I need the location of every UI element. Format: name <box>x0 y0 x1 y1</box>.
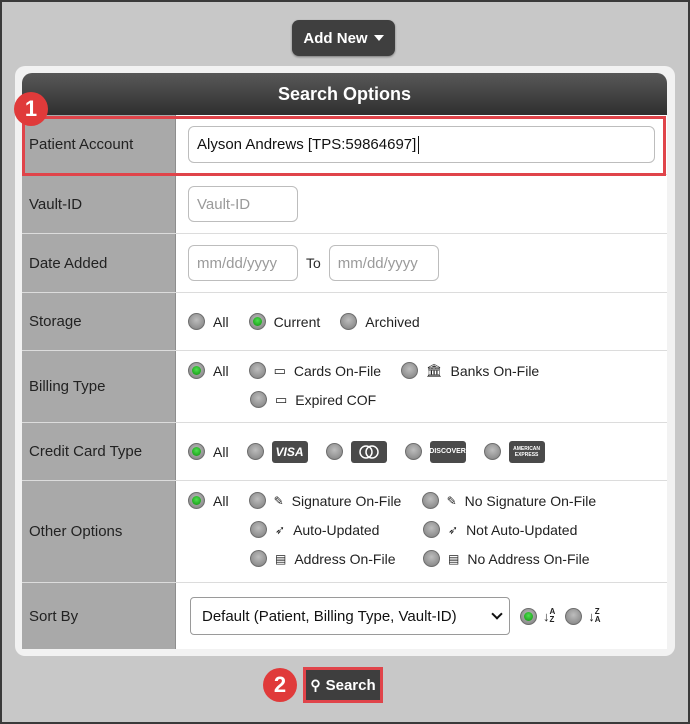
pen-icon: ✎ <box>273 493 284 508</box>
billing-option-banks[interactable]: 🏛 Banks On-File <box>401 362 539 379</box>
billing-option-all[interactable]: All <box>188 362 229 379</box>
address-card-icon: ▤ <box>275 551 287 566</box>
sort-by-value: Default (Patient, Billing Type, Vault-ID… <box>202 607 457 625</box>
other-option-signature[interactable]: ✎ Signature On-File <box>248 492 402 509</box>
radio-icon[interactable] <box>423 521 440 538</box>
date-to-input[interactable]: mm/dd/yyyy <box>328 245 439 281</box>
date-to-label: To <box>306 255 321 271</box>
storage-option-current[interactable]: Current <box>248 313 320 330</box>
caret-down-icon <box>373 35 384 41</box>
radio-selected-icon[interactable] <box>188 492 205 509</box>
other-option-not-auto-updated[interactable]: ➶ Not Auto-Updated <box>423 521 577 538</box>
row-vault-id: Vault-ID Vault-ID <box>22 175 667 234</box>
visa-logo-icon: VISA <box>271 440 308 463</box>
credit-card-type-label: Credit Card Type <box>22 423 176 480</box>
radio-icon[interactable] <box>248 362 266 379</box>
vault-id-label: Vault-ID <box>22 175 176 233</box>
radio-icon[interactable] <box>188 313 205 330</box>
sort-descending-option[interactable]: ↓ Z A <box>565 607 601 625</box>
cc-option-all[interactable]: All <box>188 443 229 460</box>
step-marker-2: 2 <box>263 668 297 702</box>
radio-selected-icon[interactable] <box>248 313 266 330</box>
sort-ascending-option[interactable]: ↓ A Z <box>520 607 556 625</box>
pen-icon: ✎ <box>446 493 457 508</box>
cc-option-mastercard[interactable] <box>325 440 387 463</box>
vault-id-placeholder: Vault-ID <box>197 195 251 213</box>
chevron-down-icon <box>491 608 503 620</box>
search-label: Search <box>325 676 376 694</box>
radio-icon[interactable] <box>250 550 267 567</box>
sort-by-label: Sort By <box>22 583 176 649</box>
sort-alpha-asc-icon: ↓ A Z <box>543 607 556 624</box>
row-date-added: Date Added mm/dd/yyyy To mm/dd/yyyy <box>22 234 667 293</box>
billing-option-cards[interactable]: ▭ Cards On-File <box>248 362 381 379</box>
credit-card-icon: ▭ <box>275 391 288 407</box>
cc-option-discover[interactable]: DISCOVER <box>404 440 466 463</box>
amex-logo-icon: AMERICAN EXPRESS <box>508 440 545 463</box>
credit-card-icon: ▭ <box>273 362 286 378</box>
radio-icon[interactable] <box>248 492 266 509</box>
radio-icon[interactable] <box>404 443 422 460</box>
radio-selected-icon[interactable] <box>188 362 205 379</box>
radio-icon[interactable] <box>246 443 264 460</box>
add-new-label: Add New <box>303 29 368 47</box>
other-options-label: Other Options <box>22 481 176 582</box>
add-new-button[interactable]: Add New <box>292 20 395 56</box>
storage-label: Storage <box>22 293 176 350</box>
row-other-options: Other Options All ✎ Signature On-File ✎ No… <box>22 481 667 583</box>
other-option-no-signature[interactable]: ✎ No Signature On-File <box>421 492 596 509</box>
cc-option-visa[interactable]: VISA <box>246 440 308 463</box>
radio-icon[interactable] <box>423 550 440 567</box>
mastercard-logo-icon <box>350 440 387 463</box>
radio-icon[interactable] <box>340 313 358 330</box>
discover-logo-icon: DISCOVER <box>429 440 466 463</box>
other-option-no-address[interactable]: ▤ No Address On-File <box>423 550 590 567</box>
row-billing-type: Billing Type All ▭ Cards On-File 🏛 Banks O… <box>22 351 667 423</box>
search-icon: ⚲ <box>310 676 321 693</box>
billing-option-expired[interactable]: ▭ Expired COF <box>250 391 376 408</box>
radio-icon[interactable] <box>565 607 583 625</box>
search-button[interactable]: ⚲ Search <box>303 667 383 703</box>
storage-option-all[interactable]: All <box>188 313 229 330</box>
radio-icon[interactable] <box>325 443 343 460</box>
sort-alpha-desc-icon: ↓ Z A <box>588 607 601 624</box>
radio-icon[interactable] <box>250 391 267 408</box>
step-marker-1: 1 <box>14 92 48 126</box>
search-form: Patient Account Alyson Andrews [TPS:5986… <box>22 115 667 649</box>
date-added-label: Date Added <box>22 234 176 292</box>
radio-icon[interactable] <box>401 362 418 379</box>
vault-id-input[interactable]: Vault-ID <box>188 186 298 222</box>
radio-icon[interactable] <box>483 443 501 460</box>
date-from-input[interactable]: mm/dd/yyyy <box>188 245 298 281</box>
row-sort-by: Sort By Default (Patient, Billing Type, … <box>22 583 667 649</box>
radio-selected-icon[interactable] <box>520 607 537 625</box>
radio-icon[interactable] <box>250 521 267 538</box>
date-to-placeholder: mm/dd/yyyy <box>337 254 418 272</box>
cc-option-amex[interactable]: AMERICAN EXPRESS <box>483 440 545 463</box>
rocket-icon: ➶ <box>448 522 459 537</box>
other-option-auto-updated[interactable]: ➶ Auto-Updated <box>250 521 403 538</box>
row-credit-card-type: Credit Card Type All VISA DISCOVER AMERI… <box>22 423 667 481</box>
billing-type-label: Billing Type <box>22 351 176 422</box>
highlight-box-patient-account <box>22 116 666 176</box>
rocket-icon: ➶ <box>275 522 286 537</box>
date-from-placeholder: mm/dd/yyyy <box>197 254 278 272</box>
address-card-icon: ▤ <box>448 551 460 566</box>
radio-selected-icon[interactable] <box>188 443 205 460</box>
other-option-address[interactable]: ▤ Address On-File <box>250 550 403 567</box>
bank-icon: 🏛 <box>426 362 443 378</box>
sort-by-select[interactable]: Default (Patient, Billing Type, Vault-ID… <box>190 597 510 635</box>
radio-icon[interactable] <box>421 492 439 509</box>
storage-option-archived[interactable]: Archived <box>340 313 420 330</box>
row-storage: Storage All Current Archived <box>22 293 667 351</box>
other-option-all[interactable]: All <box>188 492 229 509</box>
panel-title: Search Options <box>22 73 667 115</box>
